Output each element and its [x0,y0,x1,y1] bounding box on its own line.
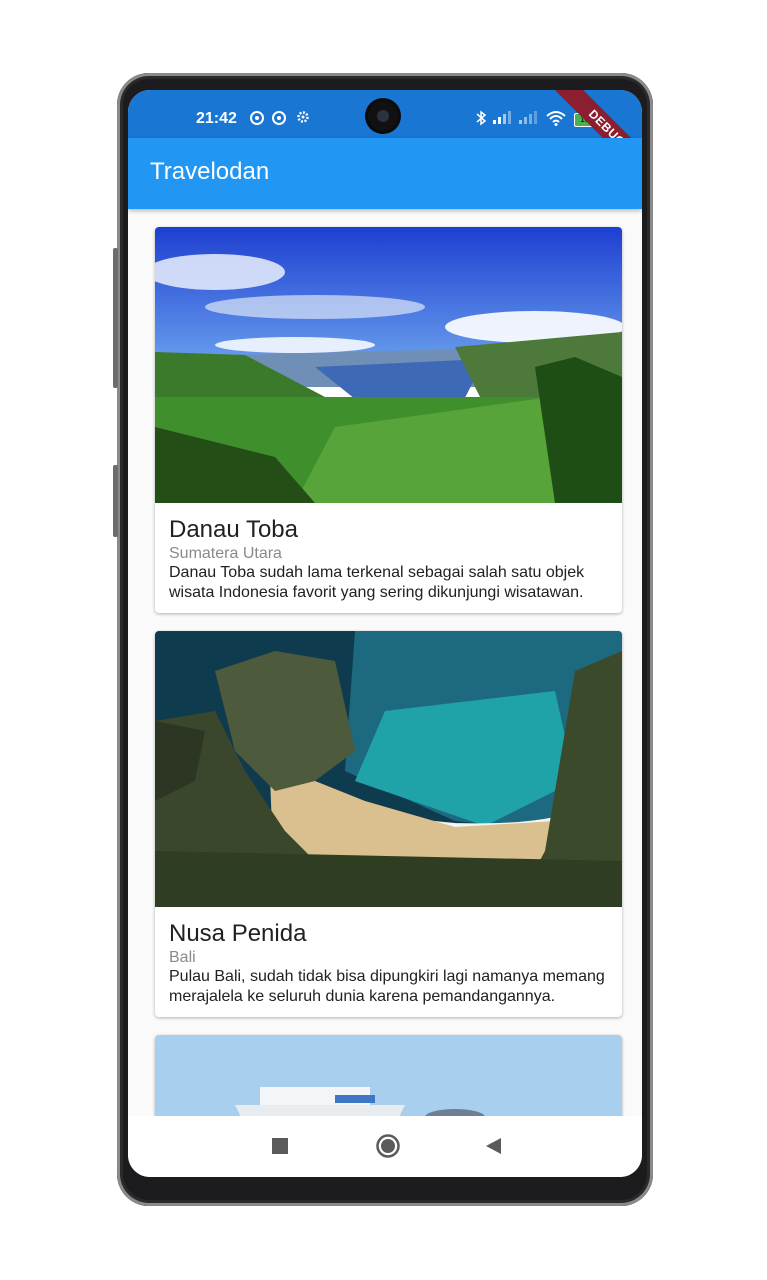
place-list[interactable]: Danau Toba Sumatera Utara Danau Toba sud… [128,209,642,1116]
app-bar: Travelodan [128,138,642,209]
bluetooth-icon [472,110,490,128]
place-card[interactable]: Nusa Penida Bali Pulau Bali, sudah tidak… [155,631,622,1017]
place-description: Pulau Bali, sudah tidak bisa dipungkiri … [169,968,605,1005]
place-location: Sumatera Utara [169,545,282,562]
place-description: Danau Toba sudah lama terkenal sebagai s… [169,564,585,601]
home-icon[interactable] [376,1134,400,1162]
place-card[interactable]: Danau Toba Sumatera Utara Danau Toba sud… [155,227,622,613]
front-camera [368,101,398,131]
recents-icon[interactable] [272,1138,288,1158]
place-card[interactable] [155,1035,622,1116]
system-nav-bar [128,1116,642,1177]
place-image [155,227,622,503]
signal-icon [492,110,511,128]
sync-icon [270,110,288,128]
back-icon[interactable] [486,1138,502,1158]
place-name: Danau Toba [169,516,298,543]
sync-icon [248,110,266,128]
status-time: 21:42 [196,110,237,127]
wifi-icon [546,110,566,128]
app-title: Travelodan [150,158,270,185]
phone-screen: 21:42 100 DEBUG Travelodan [128,90,642,1177]
gear-icon [294,110,312,128]
volume-button [113,248,118,388]
place-image [155,1035,622,1116]
power-button [113,465,118,537]
place-image [155,631,622,907]
place-name: Nusa Penida [169,920,307,947]
place-location: Bali [169,949,196,966]
status-bar: 21:42 100 DEBUG [128,90,642,182]
signal-icon [518,110,537,128]
